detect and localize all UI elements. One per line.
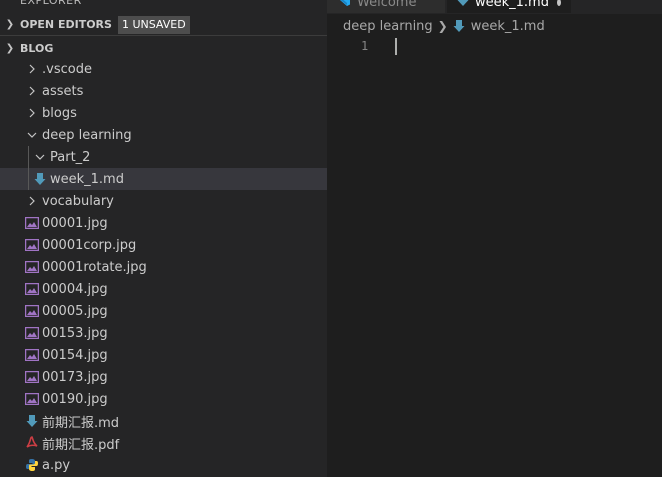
file-item-00001corp-jpg[interactable]: 00001corp.jpg xyxy=(0,234,327,256)
markdown-icon xyxy=(32,171,48,187)
image-icon xyxy=(24,347,40,363)
folder-item-blogs[interactable]: blogs xyxy=(0,102,327,124)
tree-item-label: 00190.jpg xyxy=(42,391,108,407)
image-icon xyxy=(24,325,40,341)
breadcrumb-item-file[interactable]: week_1.md xyxy=(471,19,545,34)
tree-item-label: deep learning xyxy=(42,127,132,143)
vscode-icon xyxy=(337,0,351,11)
chevron-right-icon xyxy=(24,193,40,209)
file-item-00005-jpg[interactable]: 00005.jpg xyxy=(0,300,327,322)
folder-item-deep-learning[interactable]: deep learning xyxy=(0,124,327,146)
chevron-down-icon xyxy=(24,127,40,143)
tree-item-label: blogs xyxy=(42,105,77,121)
tree-item-label: week_1.md xyxy=(50,171,124,187)
file-item-00001rotate-jpg[interactable]: 00001rotate.jpg xyxy=(0,256,327,278)
file-item-00004-jpg[interactable]: 00004.jpg xyxy=(0,278,327,300)
chevron-right-icon xyxy=(24,83,40,99)
folder-item-vscode[interactable]: .vscode xyxy=(0,58,327,80)
chevron-right-icon: ❯ xyxy=(5,19,15,30)
tree-item-label: assets xyxy=(42,83,84,99)
image-icon xyxy=(24,259,40,275)
tab-label: Welcome xyxy=(357,0,417,10)
breadcrumb-item-folder[interactable]: deep learning xyxy=(343,19,433,34)
open-editors-header[interactable]: ❯ OPEN EDITORS 1 UNSAVED xyxy=(0,14,327,36)
tree-item-label: 00004.jpg xyxy=(42,281,108,297)
unsaved-dot-icon[interactable] xyxy=(556,0,561,6)
tree-item-label: 00001.jpg xyxy=(42,215,108,231)
file-item-pdf[interactable]: 前期汇报.pdf xyxy=(0,432,327,454)
file-item-00001-jpg[interactable]: 00001.jpg xyxy=(0,212,327,234)
image-icon xyxy=(24,237,40,253)
folder-item-vocabulary[interactable]: vocabulary xyxy=(0,190,327,212)
open-editors-label: OPEN EDITORS xyxy=(20,18,112,31)
image-icon xyxy=(24,391,40,407)
tab-bar: Welcome week_1.md xyxy=(327,0,662,14)
chevron-right-icon xyxy=(24,61,40,77)
python-icon xyxy=(24,457,40,473)
workspace-header[interactable]: ❯ BLOG xyxy=(0,37,327,59)
tree-item-label: .vscode xyxy=(42,61,92,77)
markdown-icon xyxy=(457,0,469,11)
tab-week-1-md[interactable]: week_1.md xyxy=(447,0,571,13)
indent-guide xyxy=(28,146,29,168)
file-item-a-py[interactable]: a.py xyxy=(0,454,327,476)
image-icon xyxy=(24,369,40,385)
tree-item-label: 00001rotate.jpg xyxy=(42,259,147,275)
chevron-right-icon: ❯ xyxy=(437,19,448,33)
file-item-00154-jpg[interactable]: 00154.jpg xyxy=(0,344,327,366)
markdown-icon xyxy=(24,413,40,429)
tree-item-label: 00173.jpg xyxy=(42,369,108,385)
breadcrumb: deep learning ❯ week_1.md xyxy=(343,15,545,37)
file-tree: .vscode assets blogs deep learning Part_2wee… xyxy=(0,58,327,476)
folder-item-assets[interactable]: assets xyxy=(0,80,327,102)
tree-item-label: 00154.jpg xyxy=(42,347,108,363)
explorer-title: EXPLORER xyxy=(20,0,82,7)
file-item-00190-jpg[interactable]: 00190.jpg xyxy=(0,388,327,410)
image-icon xyxy=(24,215,40,231)
chevron-down-icon xyxy=(32,149,48,165)
tree-item-label: vocabulary xyxy=(42,193,114,209)
markdown-icon xyxy=(453,19,465,33)
editor-area: Welcome week_1.md deep learning ❯ week_1… xyxy=(327,0,662,477)
file-item-md[interactable]: 前期汇报.md xyxy=(0,410,327,432)
tree-item-label: 前期汇报.md xyxy=(42,415,120,431)
file-item-week-1-md[interactable]: week_1.md xyxy=(0,168,327,190)
pdf-icon xyxy=(24,435,40,451)
tab-welcome[interactable]: Welcome xyxy=(327,0,445,13)
chevron-right-icon xyxy=(24,105,40,121)
unsaved-badge: 1 UNSAVED xyxy=(117,15,190,34)
text-cursor[interactable] xyxy=(395,38,397,55)
tree-item-label: a.py xyxy=(42,457,71,473)
image-icon xyxy=(24,281,40,297)
tree-item-label: 00001corp.jpg xyxy=(42,237,137,253)
tree-item-label: 00153.jpg xyxy=(42,325,108,341)
tab-label: week_1.md xyxy=(475,0,549,10)
image-icon xyxy=(24,303,40,319)
tree-item-label: 前期汇报.pdf xyxy=(42,437,120,453)
line-number: 1 xyxy=(361,39,369,53)
tree-item-label: 00005.jpg xyxy=(42,303,108,319)
tree-item-label: Part_2 xyxy=(50,149,91,165)
explorer-sidebar: EXPLORER ❯ OPEN EDITORS 1 UNSAVED ❯ BLOG… xyxy=(0,0,327,477)
indent-guide xyxy=(28,168,29,190)
workspace-label: BLOG xyxy=(20,41,54,55)
chevron-down-icon: ❯ xyxy=(5,42,15,54)
file-item-00173-jpg[interactable]: 00173.jpg xyxy=(0,366,327,388)
folder-item-part-2[interactable]: Part_2 xyxy=(0,146,327,168)
file-item-00153-jpg[interactable]: 00153.jpg xyxy=(0,322,327,344)
